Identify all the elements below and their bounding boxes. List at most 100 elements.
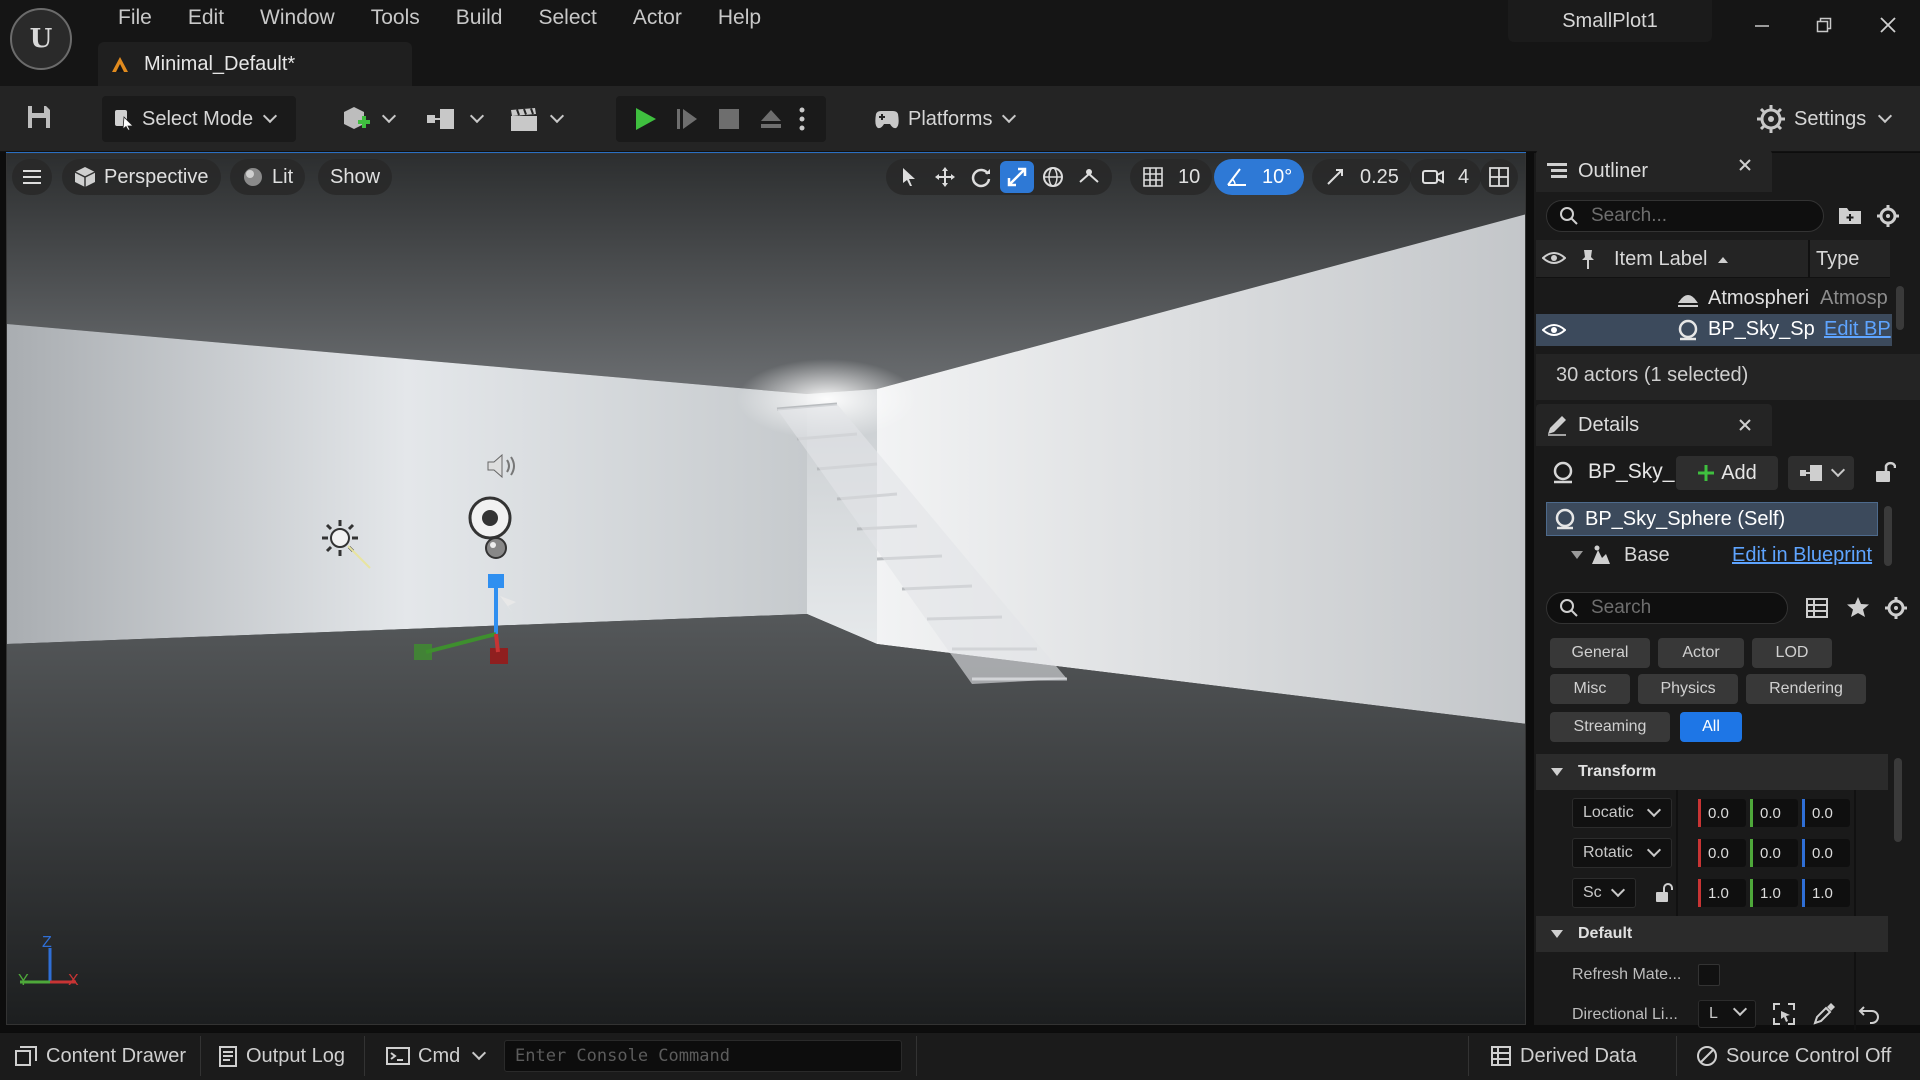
filter-misc[interactable]: Misc (1550, 674, 1630, 704)
derived-data-button[interactable]: Derived Data (1490, 1036, 1637, 1076)
rotate-tool-button[interactable] (964, 161, 998, 193)
surface-snap-button[interactable] (1072, 161, 1106, 193)
close-window-button[interactable] (1858, 0, 1918, 50)
select-tool-button[interactable] (892, 161, 926, 193)
save-button[interactable] (22, 100, 56, 134)
directional-light-dropdown[interactable]: L (1698, 1000, 1756, 1028)
details-search-input[interactable]: Search (1546, 592, 1788, 624)
eject-button[interactable] (750, 99, 792, 139)
lock-button[interactable] (1874, 460, 1896, 484)
scale-x-field[interactable]: 1.0 (1698, 879, 1746, 907)
console-command-input[interactable]: Enter Console Command (504, 1040, 902, 1072)
outliner-close-button[interactable] (1738, 158, 1752, 172)
menu-edit[interactable]: Edit (170, 4, 242, 36)
add-content-button[interactable] (340, 98, 397, 140)
perspective-dropdown[interactable]: Perspective (62, 159, 221, 195)
outliner-search-input[interactable]: Search... (1546, 200, 1824, 232)
details-scrollbar[interactable] (1894, 758, 1902, 842)
details-settings-button[interactable] (1884, 596, 1908, 620)
edit-bp-link[interactable]: Edit BP (1824, 318, 1891, 341)
rotation-x-field[interactable]: 0.0 (1698, 839, 1746, 867)
menu-window[interactable]: Window (242, 4, 353, 36)
menu-select[interactable]: Select (520, 4, 614, 36)
source-control-button[interactable]: Source Control Off (1696, 1036, 1891, 1076)
component-self-row[interactable]: BP_Sky_Sphere (Self) (1546, 502, 1878, 536)
outliner-row-selected[interactable]: BP_Sky_Sp Edit BP (1536, 314, 1892, 346)
add-component-button[interactable]: Add (1676, 456, 1778, 490)
content-drawer-button[interactable]: Content Drawer (14, 1036, 186, 1076)
add-folder-button[interactable] (1838, 204, 1862, 226)
rotation-mode-dropdown[interactable]: Rotatic (1572, 838, 1672, 868)
restore-button[interactable] (1794, 0, 1854, 50)
step-button[interactable] (666, 99, 708, 139)
location-mode-dropdown[interactable]: Locatic (1572, 798, 1672, 828)
scale-y-field[interactable]: 1.0 (1750, 879, 1798, 907)
level-tab[interactable]: Minimal_Default* (98, 42, 412, 86)
menu-actor[interactable]: Actor (615, 4, 700, 36)
eyedropper-button[interactable] (1812, 1002, 1836, 1026)
camera-speed-control[interactable]: 4 (1410, 159, 1482, 195)
translate-tool-button[interactable] (928, 161, 962, 193)
scale-snap-control[interactable]: 0.25 (1312, 159, 1411, 195)
stop-button[interactable] (708, 99, 750, 139)
outliner-tab[interactable]: Outliner (1536, 150, 1772, 192)
default-section-header[interactable]: Default (1536, 916, 1888, 952)
pick-actor-button[interactable] (1772, 1002, 1796, 1026)
rotation-y-field[interactable]: 0.0 (1750, 839, 1798, 867)
play-options-button[interactable] (792, 99, 812, 139)
level-viewport[interactable] (6, 153, 1526, 1025)
details-close-button[interactable] (1738, 418, 1752, 432)
sky-sphere-gizmo[interactable] (462, 496, 522, 568)
grid-snap-control[interactable]: 10 (1130, 159, 1213, 195)
transform-section-header[interactable]: Transform (1536, 754, 1888, 790)
blueprints-button[interactable] (426, 98, 485, 140)
output-log-button[interactable]: Output Log (218, 1036, 345, 1076)
item-label-column-header[interactable]: Item Label (1614, 248, 1729, 271)
minimize-button[interactable] (1732, 0, 1792, 50)
filter-general[interactable]: General (1550, 638, 1650, 668)
world-local-button[interactable] (1036, 161, 1070, 193)
outliner-scrollbar[interactable] (1896, 286, 1904, 330)
location-x-field[interactable]: 0.0 (1698, 799, 1746, 827)
rotation-z-field[interactable]: 0.0 (1802, 839, 1850, 867)
viewport-layout-button[interactable] (1480, 159, 1518, 195)
scale-mode-dropdown[interactable]: Sc (1572, 878, 1636, 908)
unreal-engine-logo[interactable]: U (10, 8, 72, 70)
filter-all[interactable]: All (1680, 712, 1742, 742)
rotation-snap-control[interactable]: 10° (1214, 159, 1305, 195)
directional-light-icon[interactable] (318, 516, 374, 572)
pin-column-icon[interactable] (1580, 248, 1596, 270)
filter-rendering[interactable]: Rendering (1746, 674, 1866, 704)
favorites-button[interactable] (1846, 596, 1870, 618)
menu-help[interactable]: Help (700, 4, 779, 36)
scale-tool-button[interactable] (1000, 161, 1034, 193)
components-scrollbar[interactable] (1884, 506, 1892, 566)
cmd-dropdown[interactable]: Cmd (386, 1036, 487, 1076)
component-base-row[interactable]: Base Edit in Blueprint (1546, 540, 1878, 572)
location-y-field[interactable]: 0.0 (1750, 799, 1798, 827)
filter-lod[interactable]: LOD (1752, 638, 1832, 668)
platforms-dropdown[interactable]: Platforms (862, 96, 1022, 142)
location-z-field[interactable]: 0.0 (1802, 799, 1850, 827)
outliner-settings-button[interactable] (1876, 204, 1900, 228)
edit-in-blueprint-link[interactable]: Edit in Blueprint (1732, 544, 1872, 567)
filter-actor[interactable]: Actor (1658, 638, 1744, 668)
menu-file[interactable]: File (100, 4, 170, 36)
visibility-column-icon[interactable] (1542, 250, 1566, 266)
audio-icon[interactable] (484, 452, 520, 480)
play-button[interactable] (624, 99, 666, 139)
filter-physics[interactable]: Physics (1638, 674, 1738, 704)
menu-tools[interactable]: Tools (353, 4, 438, 36)
menu-build[interactable]: Build (438, 4, 521, 36)
cinematics-button[interactable] (508, 98, 565, 140)
select-mode-dropdown[interactable]: Select Mode (102, 96, 296, 142)
refresh-material-checkbox[interactable] (1698, 964, 1720, 986)
viewport-menu-button[interactable] (12, 159, 52, 195)
details-tab[interactable]: Details (1536, 404, 1772, 446)
property-matrix-button[interactable] (1806, 598, 1828, 618)
outliner-row[interactable]: Atmospheri Atmosp (1536, 284, 1892, 314)
filter-streaming[interactable]: Streaming (1550, 712, 1670, 742)
scale-z-field[interactable]: 1.0 (1802, 879, 1850, 907)
actor-name-field[interactable]: BP_Sky_ (1588, 460, 1674, 484)
transform-gizmo[interactable] (412, 572, 522, 672)
